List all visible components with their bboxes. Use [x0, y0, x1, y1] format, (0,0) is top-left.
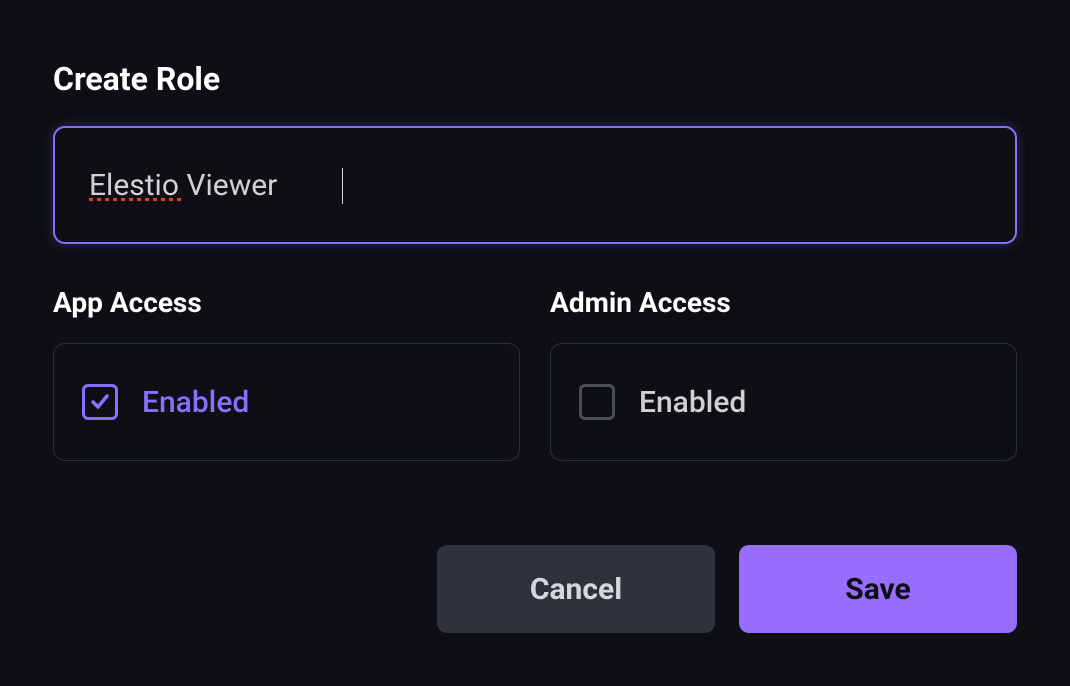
app-access-block: App Access Enabled: [53, 286, 520, 461]
admin-access-block: Admin Access Enabled: [550, 286, 1017, 461]
app-access-checkbox-card[interactable]: Enabled: [53, 343, 520, 461]
admin-access-checkbox[interactable]: [579, 384, 615, 420]
app-access-label: App Access: [53, 286, 520, 319]
access-row: App Access Enabled Admin Access Enabled: [53, 286, 1017, 461]
app-access-checkbox[interactable]: [82, 384, 118, 420]
role-name-input-wrapper: [53, 126, 1017, 244]
admin-access-label: Admin Access: [550, 286, 1017, 319]
page-title: Create Role: [53, 60, 1017, 98]
admin-access-check-label: Enabled: [639, 385, 746, 420]
check-icon: [89, 391, 111, 413]
admin-access-checkbox-card[interactable]: Enabled: [550, 343, 1017, 461]
app-access-check-label: Enabled: [142, 385, 249, 420]
save-button[interactable]: Save: [739, 545, 1017, 633]
button-row: Cancel Save: [437, 545, 1017, 633]
cancel-button[interactable]: Cancel: [437, 545, 715, 633]
role-name-input[interactable]: [53, 126, 1017, 244]
